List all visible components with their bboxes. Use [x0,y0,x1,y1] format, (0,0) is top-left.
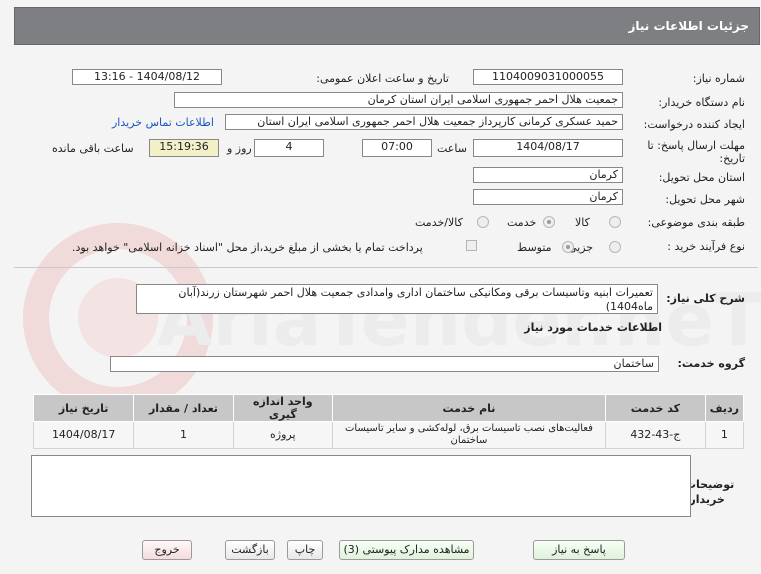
category-radio-goods[interactable] [609,216,621,228]
exit-button[interactable]: خروج [142,540,192,560]
page-title: جزئیات اطلاعات نیاز [628,19,749,33]
process-radio-minor[interactable] [609,241,621,253]
attachments-button[interactable]: مشاهده مدارک پیوستی (3) [339,540,474,560]
deadline-date-field[interactable]: 1404/08/17 [473,139,623,157]
column-header-name: نام خدمت [331,394,606,422]
payment-checkbox[interactable] [466,240,477,251]
remaining-time-label: ساعت باقی مانده [52,142,134,155]
cell-row: 1 [704,421,745,449]
need-number-field[interactable]: 1104009031000055 [473,69,623,85]
process-radio-medium[interactable] [562,241,574,253]
days-label: روز و [227,142,252,155]
buyer-contact-link[interactable]: اطلاعات تماس خریدار [112,116,214,129]
remaining-time-field: 15:19:36 [149,139,219,157]
payment-note: پرداخت تمام یا بخشی از مبلغ خرید،از محل … [72,241,423,254]
process-option-medium: متوسط [517,241,552,254]
category-option-service: خدمت [507,216,537,229]
column-header-qty: تعداد / مقدار [133,394,234,422]
days-field[interactable]: 4 [254,139,324,157]
province-label: استان محل تحویل: [658,171,745,184]
need-number-label: شماره نیاز: [692,72,745,85]
deadline-time-label: ساعت [437,142,467,155]
services-table: ردیف کد خدمت نام خدمت واحد اندازه گیری ت… [32,394,745,449]
city-label: شهر محل تحویل: [665,193,745,206]
description-textarea[interactable]: تعمیرات ابنیه وتاسیسات برقی ومکانیکی ساخ… [136,284,658,314]
reply-button[interactable]: پاسخ به نیاز [533,540,625,560]
cell-qty: 1 [133,421,234,449]
cell-name: فعالیت‌های نصب تاسیسات برق، لوله‌کشی و س… [331,421,606,449]
print-button[interactable]: چاپ [287,540,323,560]
service-group-field[interactable]: ساختمان [110,356,659,372]
deadline-date-label: تاریخ: [719,152,745,165]
column-header-code: کد خدمت [604,394,706,422]
announce-date-label: تاریخ و ساعت اعلان عمومی: [316,72,449,85]
category-radio-goods-service[interactable] [477,216,489,228]
buyer-notes-textarea[interactable] [31,455,691,517]
category-option-goods-service: کالا/خدمت [415,216,463,229]
deadline-label: مهلت ارسال پاسخ: تا [647,139,745,152]
buyer-org-field[interactable]: جمعیت هلال احمر جمهوری اسلامی ایران استا… [174,92,623,108]
buyer-org-label: نام دستگاه خریدار: [658,96,745,109]
service-group-label: گروه خدمت: [677,357,745,370]
cell-unit: پروژه [232,421,333,449]
divider [14,267,758,268]
column-header-date: تاریخ نیاز [32,394,135,422]
category-option-goods: کالا [575,216,590,229]
category-label: طبقه بندی موضوعی: [647,216,745,229]
deadline-time-field[interactable]: 07:00 [362,139,432,157]
column-header-unit: واحد اندازه گیری [232,394,333,422]
services-section-title: اطلاعات خدمات مورد نیاز [524,321,662,334]
creator-field[interactable]: حمید عسکری کرمانی کارپرداز جمعیت هلال اح… [225,114,623,130]
process-label: نوع فرآیند خرید : [667,240,745,253]
category-radio-service[interactable] [543,216,555,228]
city-field[interactable]: کرمان [473,189,623,205]
page-header: جزئیات اطلاعات نیاز [14,7,760,45]
column-header-row: ردیف [704,394,745,422]
province-field[interactable]: کرمان [473,167,623,183]
table-row: 1 ج-43-432 فعالیت‌های نصب تاسیسات برق، ل… [32,421,745,449]
announce-date-field[interactable]: 1404/08/12 - 13:16 [72,69,222,85]
creator-label: ایجاد کننده درخواست: [643,118,745,131]
cell-date: 1404/08/17 [32,421,135,449]
buyer-notes-label: توضیحات خریدار: [685,478,735,506]
description-label: شرح کلی نیاز: [666,292,745,305]
back-button[interactable]: بازگشت [225,540,275,560]
cell-code: ج-43-432 [604,421,706,449]
